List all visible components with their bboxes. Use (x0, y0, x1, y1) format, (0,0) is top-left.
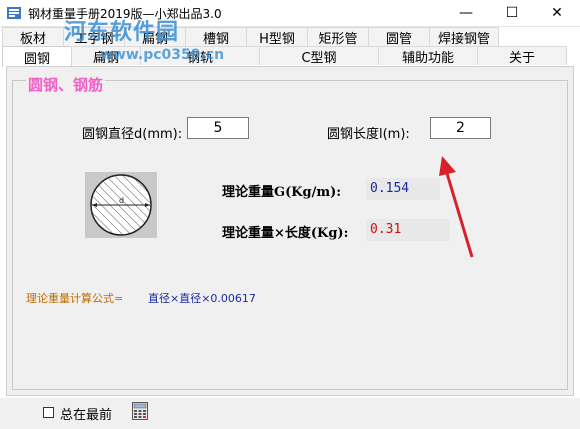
tab-row1-6[interactable]: 圆管 (368, 27, 430, 47)
always-on-top-label[interactable]: 总在最前 (60, 404, 112, 423)
tab-row1-1[interactable]: 工字钢 (63, 27, 125, 47)
tab-row2-0[interactable]: 圆钢 (2, 46, 72, 67)
tab-row1-4[interactable]: H型钢 (246, 27, 308, 47)
tab-row1-0[interactable]: 板材 (2, 27, 64, 47)
unit-weight-value: 0.154 (366, 178, 440, 200)
tab-row1-2[interactable]: 扁钢 (124, 27, 186, 47)
round-steel-cross-section-icon: d (85, 172, 157, 238)
calculator-icon[interactable] (132, 402, 148, 420)
unit-weight-text: 0.154 (370, 181, 410, 196)
maximize-button[interactable]: ☐ (489, 0, 535, 26)
always-on-top-checkbox[interactable] (43, 407, 54, 418)
close-button[interactable]: ✕ (534, 0, 580, 26)
length-input[interactable] (430, 117, 491, 139)
formula-label: 理论重量计算公式= (26, 292, 124, 305)
svg-text:d: d (119, 196, 124, 205)
total-weight-text: 0.31 (370, 222, 402, 237)
tab-row-1: 板材 工字钢 扁钢 槽钢 H型钢 矩形管 圆管 焊接钢管 (2, 27, 499, 48)
window-title: 钢材重量手册2019版—小郑出品3.0 (28, 7, 222, 21)
tab-row1-5[interactable]: 矩形管 (307, 27, 369, 47)
tab-row2-3[interactable]: C型钢 (259, 46, 379, 66)
close-icon: ✕ (551, 5, 563, 21)
tab-row2-1[interactable]: 扁钢 (71, 46, 141, 66)
app-icon (7, 7, 21, 19)
minimize-icon: — (459, 5, 473, 21)
total-weight-label: 理论重量×长度(Kg): (222, 226, 349, 241)
unit-weight-label: 理论重量G(Kg/m): (222, 185, 342, 200)
tab-row2-4[interactable]: 辅助功能 (378, 46, 478, 66)
maximize-icon: ☐ (505, 5, 519, 21)
tab-row1-7[interactable]: 焊接钢管 (429, 27, 499, 47)
minimize-button[interactable]: — (443, 0, 489, 26)
title-bar: 钢材重量手册2019版—小郑出品3.0 — ☐ ✕ (0, 0, 580, 27)
tab-row-2: 圆钢 扁钢 钢轨 C型钢 辅助功能 关于 (2, 46, 567, 67)
tab-row2-2[interactable]: 钢轨 (140, 46, 260, 66)
tab-row2-5[interactable]: 关于 (477, 46, 567, 66)
length-label: 圆钢长度l(m): (327, 127, 410, 142)
diameter-input[interactable] (187, 117, 249, 139)
group-title: 圆钢、钢筋 (26, 74, 106, 95)
formula-text: 直径×直径×0.00617 (148, 292, 256, 305)
diameter-label: 圆钢直径d(mm): (82, 127, 183, 142)
annotation-arrow-icon (439, 156, 474, 258)
tab-row1-3[interactable]: 槽钢 (185, 27, 247, 47)
